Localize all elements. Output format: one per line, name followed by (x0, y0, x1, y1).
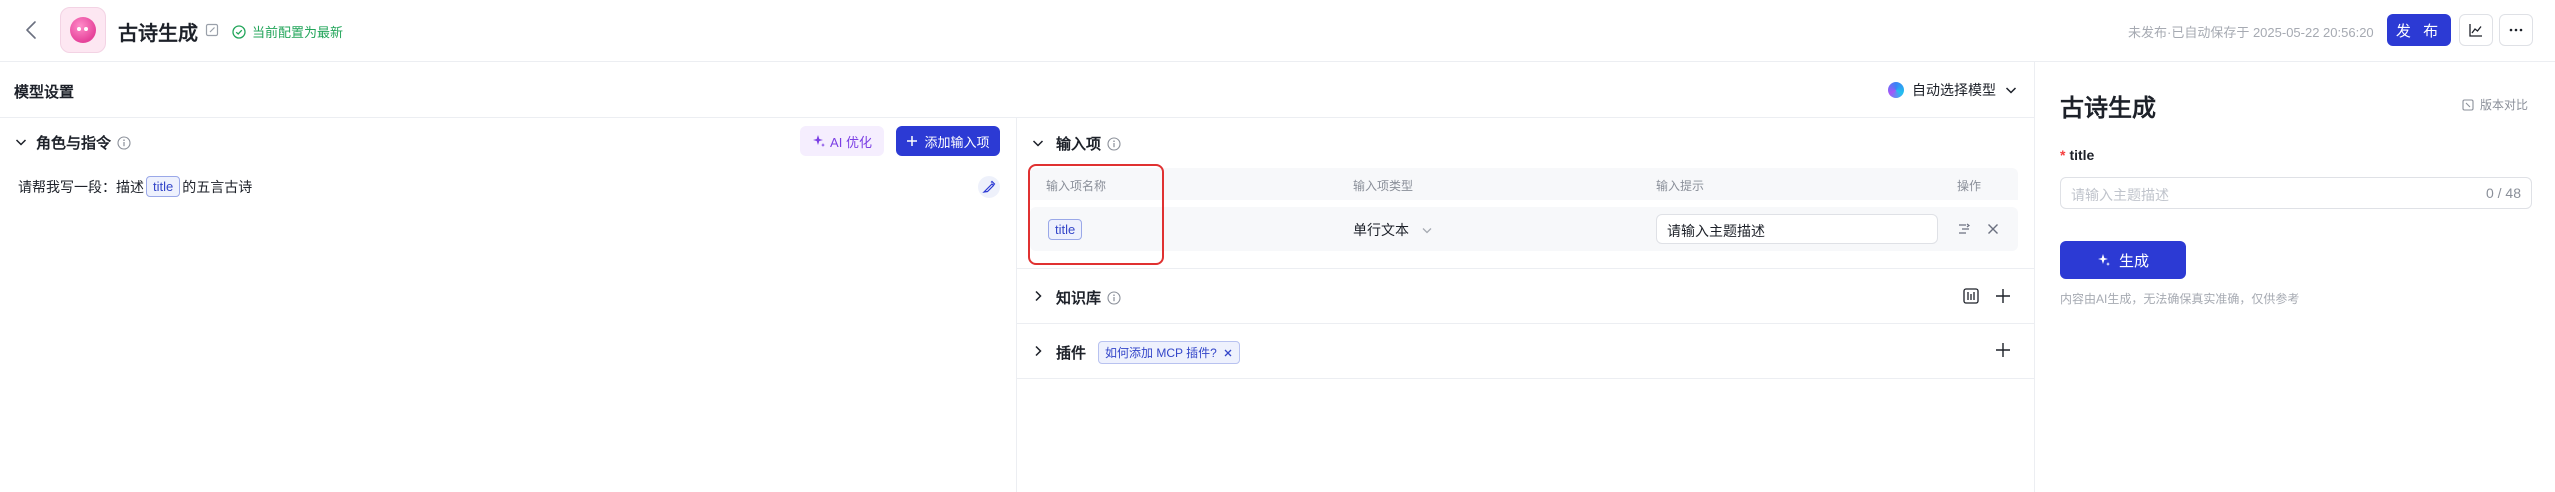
config-status-text: 当前配置为最新 (252, 25, 344, 40)
inputs-table-header: 输入项名称 输入项类型 输入提示 操作 (1030, 168, 2018, 200)
section-divider (1016, 268, 2034, 269)
pen-sparkle-icon (982, 180, 996, 193)
role-section-header: 角色与指令 AI 优化 添加输入项 (0, 118, 1016, 166)
column-header: 操作 (1957, 179, 1982, 193)
char-counter: 0 / 48 (2485, 185, 2521, 201)
compare-icon (2462, 98, 2474, 111)
chart-line-icon (2469, 24, 2482, 37)
sparkle-icon (2097, 254, 2110, 266)
preview-divider (2034, 62, 2035, 492)
plus-icon (907, 136, 918, 146)
inputs-title-text: 输入项 (1056, 136, 1102, 153)
prompt-variable-tag[interactable]: title (146, 176, 181, 197)
info-icon[interactable] (1107, 136, 1121, 151)
info-icon[interactable] (117, 135, 131, 150)
prompt-text-before: 请帮我写一段：描述 (18, 178, 144, 195)
plugins-title: 插件 如何添加 MCP 插件? (1056, 341, 1240, 364)
generate-label: 生成 (2118, 252, 2149, 270)
prompt-assistant-button[interactable] (978, 176, 1000, 198)
highlight-annotation (1028, 164, 1164, 265)
knowledge-settings-icon[interactable] (1962, 287, 1980, 305)
add-plugin-plus-icon[interactable] (1994, 341, 2012, 359)
input-type-value: 单行文本 (1353, 222, 1409, 238)
chevron-down-icon (2005, 87, 2017, 94)
add-input-button[interactable]: 添加输入项 (896, 126, 1000, 156)
column-header: 输入项类型 (1353, 179, 1414, 193)
check-circle-icon (232, 24, 246, 39)
field-label: * title (2060, 147, 2094, 163)
analytics-button[interactable] (2459, 14, 2493, 46)
title-input-field[interactable]: 请输入主题描述 0 / 48 (2060, 177, 2532, 209)
version-compare-button[interactable]: 版本对比 (2462, 96, 2528, 113)
section-divider (1016, 378, 2034, 379)
section-divider (1016, 323, 2034, 324)
column-divider (1016, 118, 1017, 492)
model-select-label: 自动选择模型 (1912, 82, 1996, 98)
ai-disclaimer: 内容由AI生成，无法确保真实准确，仅供参考 (2060, 292, 2300, 306)
prompt-text-after: 的五言古诗 (182, 178, 253, 195)
plugins-title-text: 插件 (1056, 345, 1087, 362)
more-button[interactable] (2499, 14, 2533, 46)
autosave-text: 未发布·已自动保存于 2025-05-22 20:56:20 (2128, 25, 2374, 40)
add-knowledge-plus-icon[interactable] (1994, 287, 2012, 305)
sparkle-icon (813, 135, 826, 147)
settings-list-icon[interactable] (1956, 221, 1972, 237)
model-select[interactable]: 自动选择模型 (1888, 80, 2018, 100)
expand-chevron-icon[interactable] (1031, 344, 1045, 358)
mcp-help-tag[interactable]: 如何添加 MCP 插件? (1098, 341, 1240, 364)
model-logo-icon (1888, 82, 1904, 98)
add-input-label: 添加输入项 (924, 134, 990, 150)
app-avatar[interactable] (60, 7, 106, 53)
ai-optimize-button[interactable]: AI 优化 (800, 126, 884, 156)
table-row: title 单行文本 请输入主题描述 (1030, 207, 2018, 251)
app-logo-icon (70, 17, 96, 43)
preview-title: 古诗生成 (2060, 95, 2156, 122)
inputs-title: 输入项 (1056, 133, 1121, 154)
collapse-chevron-icon[interactable] (14, 135, 28, 149)
prompt-editor[interactable]: 请帮我写一段：描述 title 的五言古诗 (18, 176, 252, 197)
config-status: 当前配置为最新 (232, 22, 343, 41)
generate-button[interactable]: 生成 (2060, 241, 2186, 279)
mcp-help-label[interactable]: 如何添加 MCP 插件? (1105, 344, 1217, 361)
info-icon[interactable] (1107, 290, 1121, 305)
model-settings-bar: 模型设置 自动选择模型 (0, 62, 2034, 118)
close-icon[interactable] (1223, 348, 1233, 358)
field-label-text: title (2069, 147, 2095, 163)
knowledge-title: 知识库 (1056, 287, 1121, 308)
close-icon[interactable] (1985, 221, 2001, 237)
input-hint-field[interactable]: 请输入主题描述 (1656, 214, 1938, 244)
title-input-placeholder: 请输入主题描述 (2071, 187, 2169, 203)
publish-button[interactable]: 发 布 (2387, 14, 2451, 46)
expand-chevron-icon[interactable] (1031, 289, 1045, 303)
app-title: 古诗生成 (118, 23, 198, 45)
ai-optimize-label: AI 优化 (830, 134, 872, 150)
model-settings-title: 模型设置 (14, 84, 75, 101)
back-arrow-icon[interactable] (20, 18, 44, 42)
input-type-select[interactable]: 单行文本 (1353, 220, 1433, 240)
version-compare-label: 版本对比 (2480, 98, 2529, 112)
column-header: 输入提示 (1656, 179, 1705, 193)
role-title-text: 角色与指令 (36, 135, 112, 152)
required-marker: * (2060, 147, 2066, 163)
role-title: 角色与指令 (36, 132, 131, 153)
more-dots-icon (2509, 28, 2523, 32)
top-header: 古诗生成 当前配置为最新 未发布·已自动保存于 2025-05-22 20:56… (0, 0, 2555, 62)
inputs-collapse-chevron-icon[interactable] (1031, 136, 1045, 150)
chevron-down-icon (1422, 228, 1432, 234)
edit-icon[interactable] (204, 22, 220, 38)
knowledge-title-text: 知识库 (1056, 290, 1102, 307)
